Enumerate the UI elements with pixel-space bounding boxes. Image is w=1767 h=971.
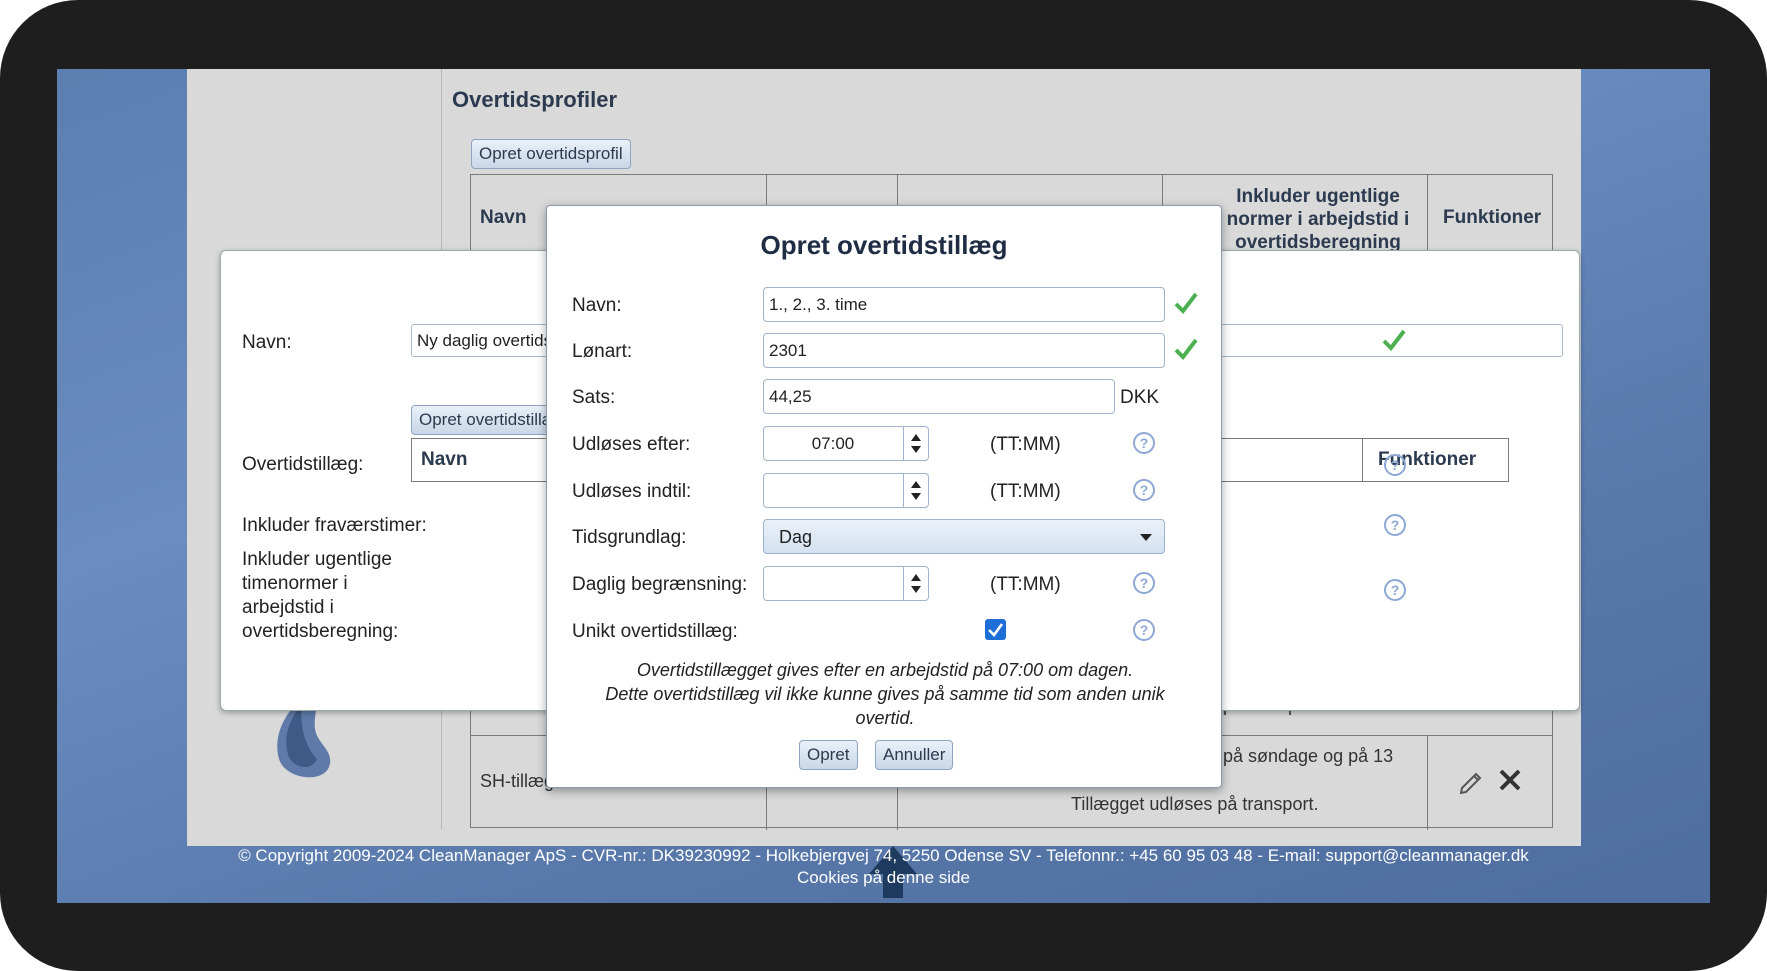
screen: Overtidsprofiler Opret overtidsprofil Na…: [57, 69, 1710, 903]
info-line-2: Dette overtidstillæg vil ikke kunne give…: [605, 684, 1165, 728]
help-icon[interactable]: ?: [1133, 479, 1155, 501]
rate-label: Sats:: [572, 387, 616, 408]
triggered-until-unit: (TT:MM): [990, 481, 1061, 502]
supplement-label: Overtidstillæg:: [242, 454, 364, 475]
name-label: Navn:: [572, 295, 622, 316]
page-title: Overtidsprofiler: [452, 87, 618, 112]
cancel-button[interactable]: Annuller: [875, 740, 954, 770]
table-header-functions: Funktioner: [1428, 175, 1554, 253]
edit-pencil-icon[interactable]: [1458, 768, 1484, 794]
valid-check-icon: [1174, 292, 1198, 315]
footer-copyright: © Copyright 2009-2024 CleanManager ApS -…: [238, 846, 1529, 865]
row2-description-line2: Tillægget udløses på transport.: [1071, 794, 1319, 814]
daily-limit-stepper[interactable]: [763, 566, 929, 601]
triggered-after-label: Udløses efter:: [572, 434, 691, 455]
row2-functions-cell: [1428, 736, 1554, 830]
daily-limit-unit: (TT:MM): [990, 574, 1061, 595]
header-functions-label: Funktioner: [1443, 207, 1542, 228]
include-weekly-label: Inkluder ugentlige timenormer i arbejdst…: [242, 549, 399, 642]
valid-check-icon: [1382, 329, 1406, 352]
stepper-arrows[interactable]: [903, 567, 928, 600]
header-name-label: Navn: [480, 207, 527, 228]
help-icon[interactable]: ?: [1384, 454, 1406, 476]
help-icon[interactable]: ?: [1384, 579, 1406, 601]
supplement-table-name-header: Navn: [421, 449, 468, 470]
footer-cookies-link[interactable]: Cookies på denne side: [57, 867, 1710, 889]
info-line-1: Overtidstillægget gives efter en arbejds…: [636, 660, 1134, 680]
profile-name-label: Navn:: [242, 332, 292, 353]
triggered-after-unit: (TT:MM): [990, 434, 1061, 455]
triggered-after-stepper[interactable]: 07:00: [763, 426, 929, 461]
supplement-dialog: Opret overtidstillæg Navn: Lønart: Sats:…: [546, 205, 1222, 788]
device-frame: Overtidsprofiler Opret overtidsprofil Na…: [0, 0, 1767, 971]
stepper-arrows[interactable]: [903, 427, 928, 460]
valid-check-icon: [1174, 338, 1198, 361]
wage-type-label: Lønart:: [572, 341, 633, 362]
triggered-until-label: Udløses indtil:: [572, 481, 692, 502]
footer: © Copyright 2009-2024 CleanManager ApS -…: [57, 845, 1710, 889]
time-basis-value: Dag: [779, 527, 813, 547]
include-absence-label: Inkluder fraværstimer:: [242, 515, 427, 536]
name-input[interactable]: [763, 287, 1165, 322]
help-icon[interactable]: ?: [1133, 572, 1155, 594]
time-basis-select[interactable]: Dag: [763, 519, 1165, 554]
chevron-down-icon: [1140, 534, 1152, 541]
unique-checkbox[interactable]: [985, 619, 1006, 640]
triggered-after-value: 07:00: [811, 434, 855, 453]
rate-input[interactable]: [763, 379, 1115, 414]
row2-name: SH-tillæg: [480, 771, 555, 791]
checkmark-icon: [988, 623, 1004, 637]
rate-unit: DKK: [1120, 387, 1160, 408]
create-button[interactable]: Opret: [799, 740, 858, 770]
row2-description-line1: på søndage og på 13: [1223, 746, 1394, 766]
help-icon[interactable]: ?: [1133, 432, 1155, 454]
table-divider: [1362, 439, 1363, 481]
help-icon[interactable]: ?: [1384, 514, 1406, 536]
delete-x-icon[interactable]: [1498, 768, 1522, 792]
triggered-until-stepper[interactable]: [763, 473, 929, 508]
help-icon[interactable]: ?: [1133, 619, 1155, 641]
stepper-arrows[interactable]: [903, 474, 928, 507]
unique-label: Unikt overtidstillæg:: [572, 621, 738, 642]
header-include-weekly-label: Inkluder ugentlige normer i arbejdstid i…: [1226, 186, 1410, 253]
create-profile-button[interactable]: Opret overtidsprofil: [471, 139, 631, 169]
time-basis-label: Tidsgrundlag:: [572, 527, 687, 548]
daily-limit-label: Daglig begrænsning:: [572, 574, 748, 595]
dialog-title: Opret overtidstillæg: [760, 230, 1008, 260]
wage-type-input[interactable]: [763, 333, 1165, 368]
